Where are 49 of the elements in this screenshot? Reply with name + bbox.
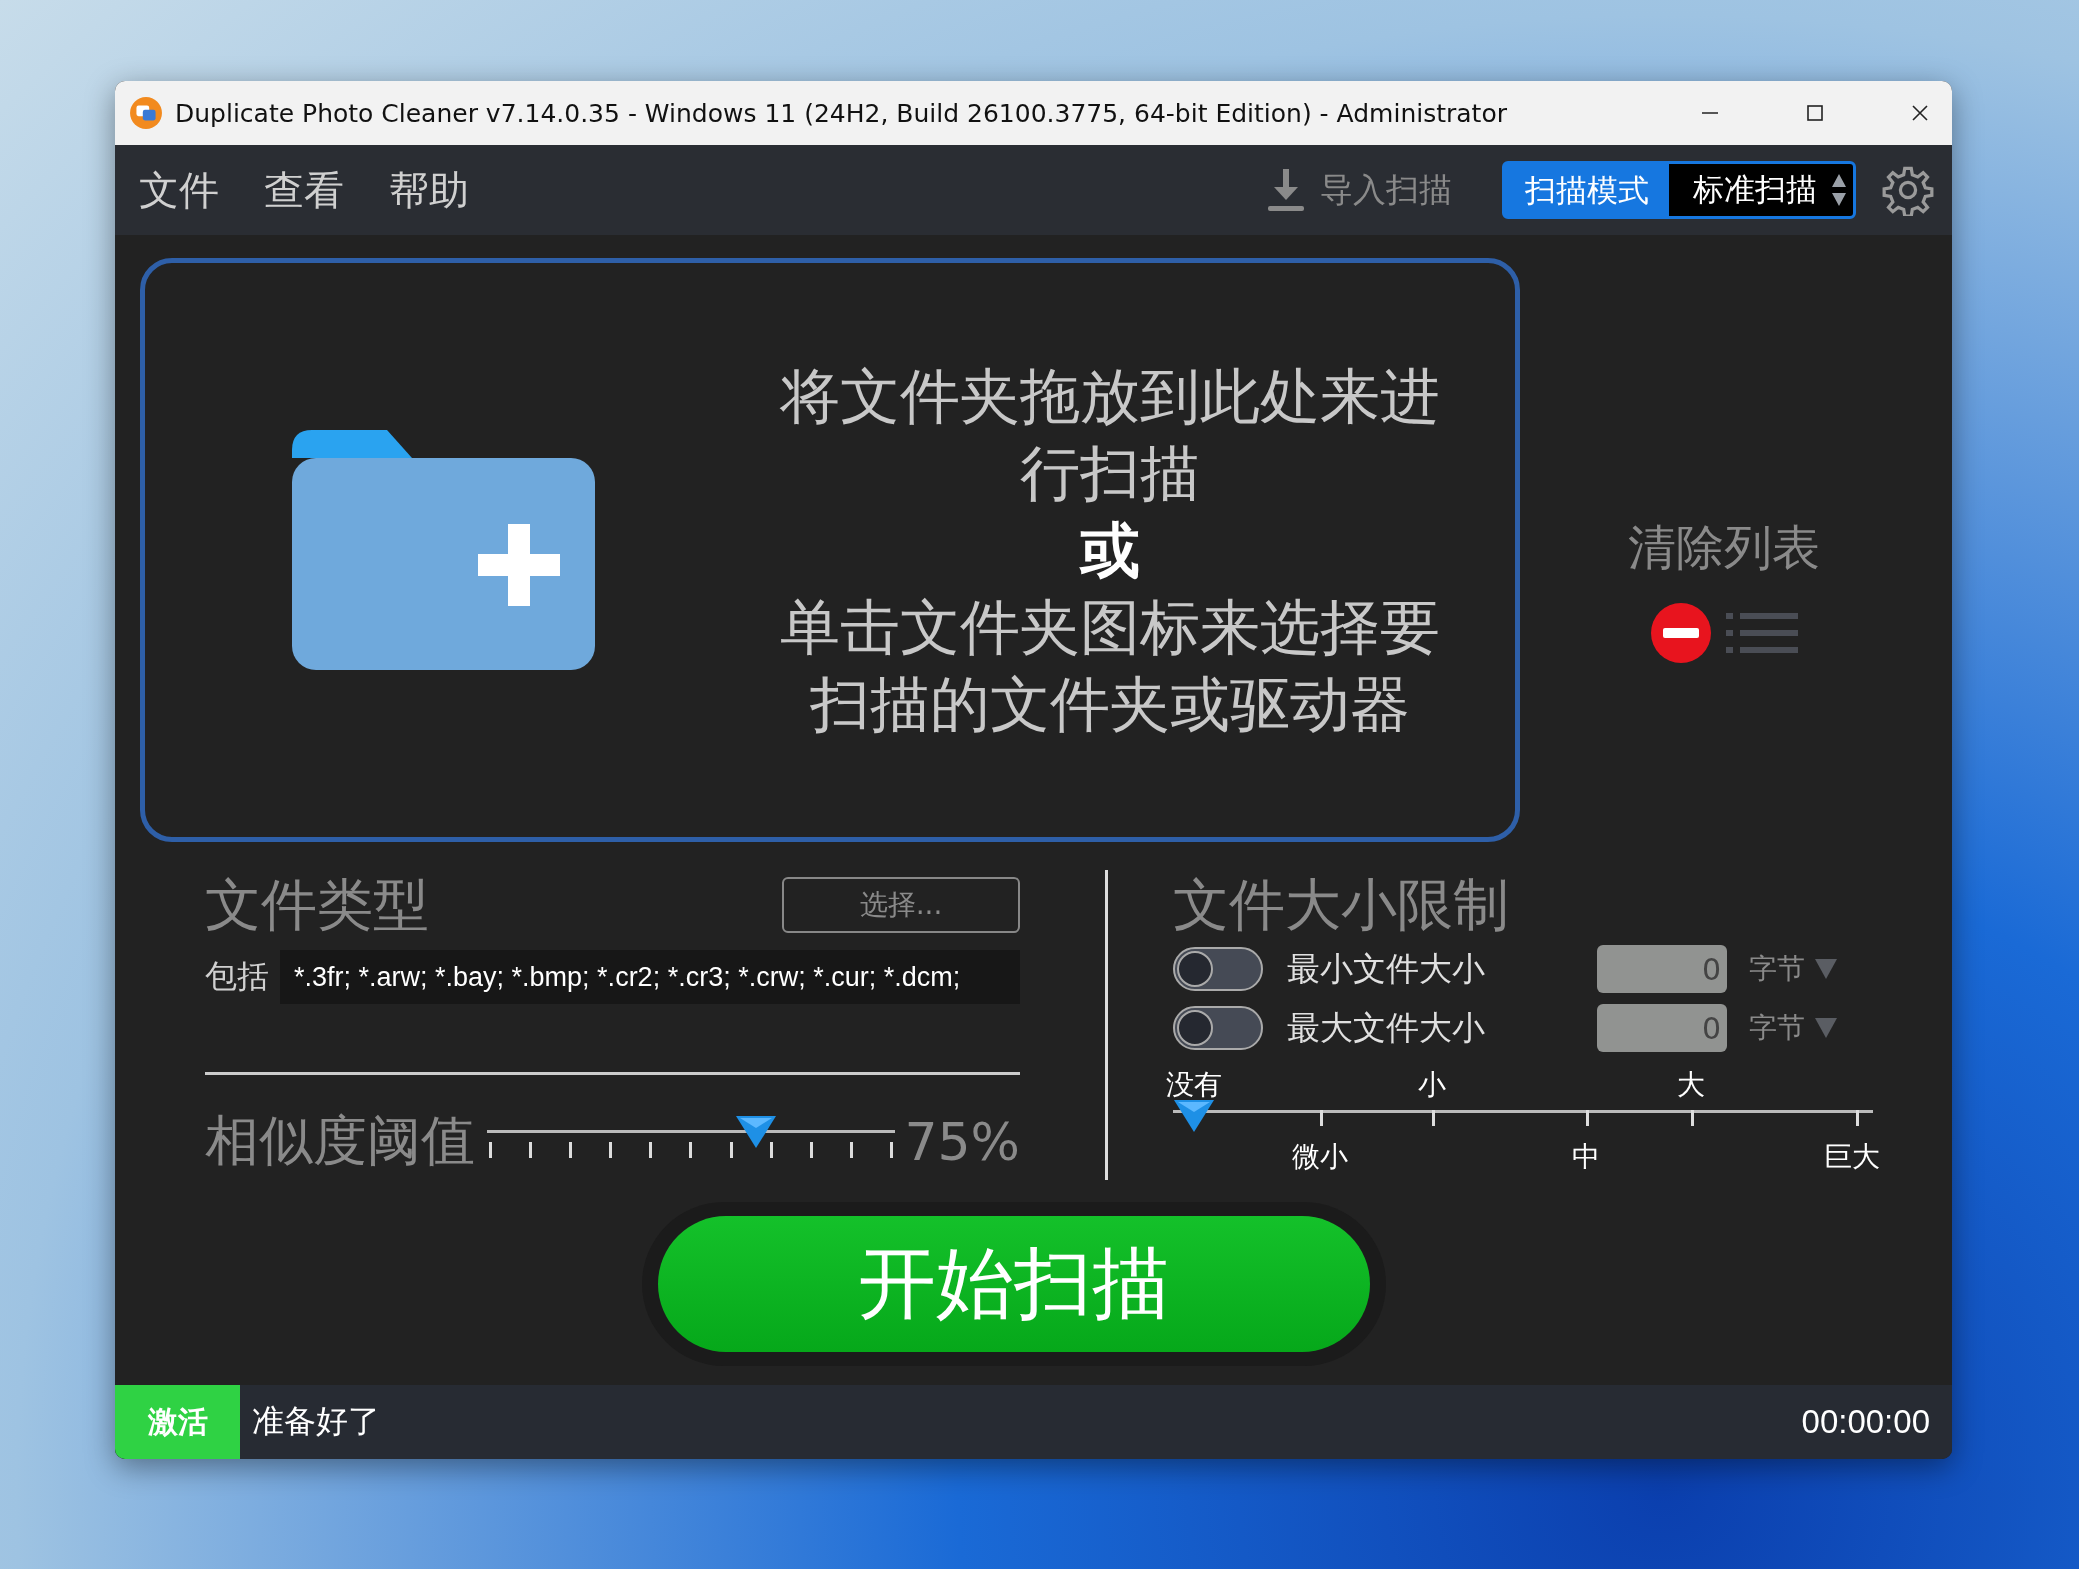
close-icon[interactable]	[1910, 103, 1930, 123]
drop-zone[interactable]: 将文件夹拖放到此处来进行扫描 或 单击文件夹图标来选择要扫描的文件夹或驱动器	[140, 258, 1520, 842]
file-types-field[interactable]: *.3fr; *.arw; *.bay; *.bmp; *.cr2; *.cr3; *.crw; *.cur; *.dcm;	[280, 950, 1020, 1004]
size-field[interactable]: 0	[1597, 1004, 1727, 1053]
maximize-icon[interactable]	[1805, 103, 1825, 123]
scale-label: 没有	[1166, 1066, 1222, 1103]
include-label: 包括	[205, 956, 270, 997]
file-types-heading: 文件类型	[205, 871, 429, 939]
size-limit-heading: 文件大小限制	[1173, 871, 1510, 939]
dropdown-arrow-icon[interactable]	[1815, 959, 1837, 980]
remove-icon[interactable]	[1649, 602, 1712, 664]
import-scan-button[interactable]: 导入扫描	[1320, 167, 1452, 213]
menu-item[interactable]: 查看	[264, 162, 344, 218]
start-scan-button[interactable]: 开始扫描	[657, 1216, 1370, 1352]
scale-label: 大	[1677, 1066, 1705, 1103]
similarity-value: 75%	[904, 1111, 1020, 1172]
slider-thumb[interactable]	[736, 1113, 777, 1150]
size-limit-label: 最小文件大小	[1287, 947, 1486, 990]
scan-mode-label: 扫描模式	[1505, 164, 1669, 216]
size-field[interactable]: 0	[1597, 945, 1727, 994]
elapsed-time: 00:00:00	[1801, 1403, 1931, 1441]
clear-list-label[interactable]: 清除列表	[1627, 516, 1820, 580]
scan-mode-selector[interactable]: 扫描模式 标准扫描	[1502, 161, 1856, 219]
download-icon[interactable]	[1266, 167, 1306, 213]
drop-instruction-text: 单击文件夹图标来选择要扫描的文件夹或驱动器	[779, 590, 1441, 741]
scale-label: 巨大	[1824, 1138, 1880, 1175]
toggle-switch[interactable]	[1173, 947, 1263, 992]
scale-label: 中	[1572, 1138, 1600, 1175]
settings-icon[interactable]	[1882, 164, 1934, 216]
scan-mode-value: 标准扫描	[1692, 170, 1818, 209]
unit-dropdown[interactable]: 字节	[1749, 1009, 1805, 1048]
size-limit-label: 最大文件大小	[1287, 1006, 1486, 1049]
status-message: 准备好了	[252, 1401, 380, 1442]
window-title: Duplicate Photo Cleaner v7.14.0.35 - Windows 11 (24H2, Build 26100.3775, 64-bit Edition) - Administrator	[175, 98, 1507, 128]
slider-thumb[interactable]	[1174, 1097, 1214, 1134]
toggle-switch[interactable]	[1173, 1006, 1263, 1051]
menu-item[interactable]: 帮助	[389, 162, 469, 218]
menu-item[interactable]: 文件	[139, 162, 219, 218]
scale-label: 微小	[1292, 1138, 1348, 1175]
drop-instruction-text: 或	[1078, 513, 1141, 587]
app-logo-icon	[129, 96, 163, 130]
drop-instruction-text: 将文件夹拖放到此处来进行扫描	[779, 359, 1441, 510]
choose-button[interactable]: 选择...	[782, 877, 1020, 933]
similarity-threshold-label: 相似度阈值	[205, 1108, 475, 1174]
unit-dropdown[interactable]: 字节	[1749, 950, 1805, 989]
folder-add-icon[interactable]	[292, 430, 595, 670]
scale-label: 小	[1418, 1066, 1446, 1103]
spinner-arrows-icon[interactable]	[1831, 172, 1847, 208]
dropdown-arrow-icon[interactable]	[1815, 1018, 1837, 1039]
